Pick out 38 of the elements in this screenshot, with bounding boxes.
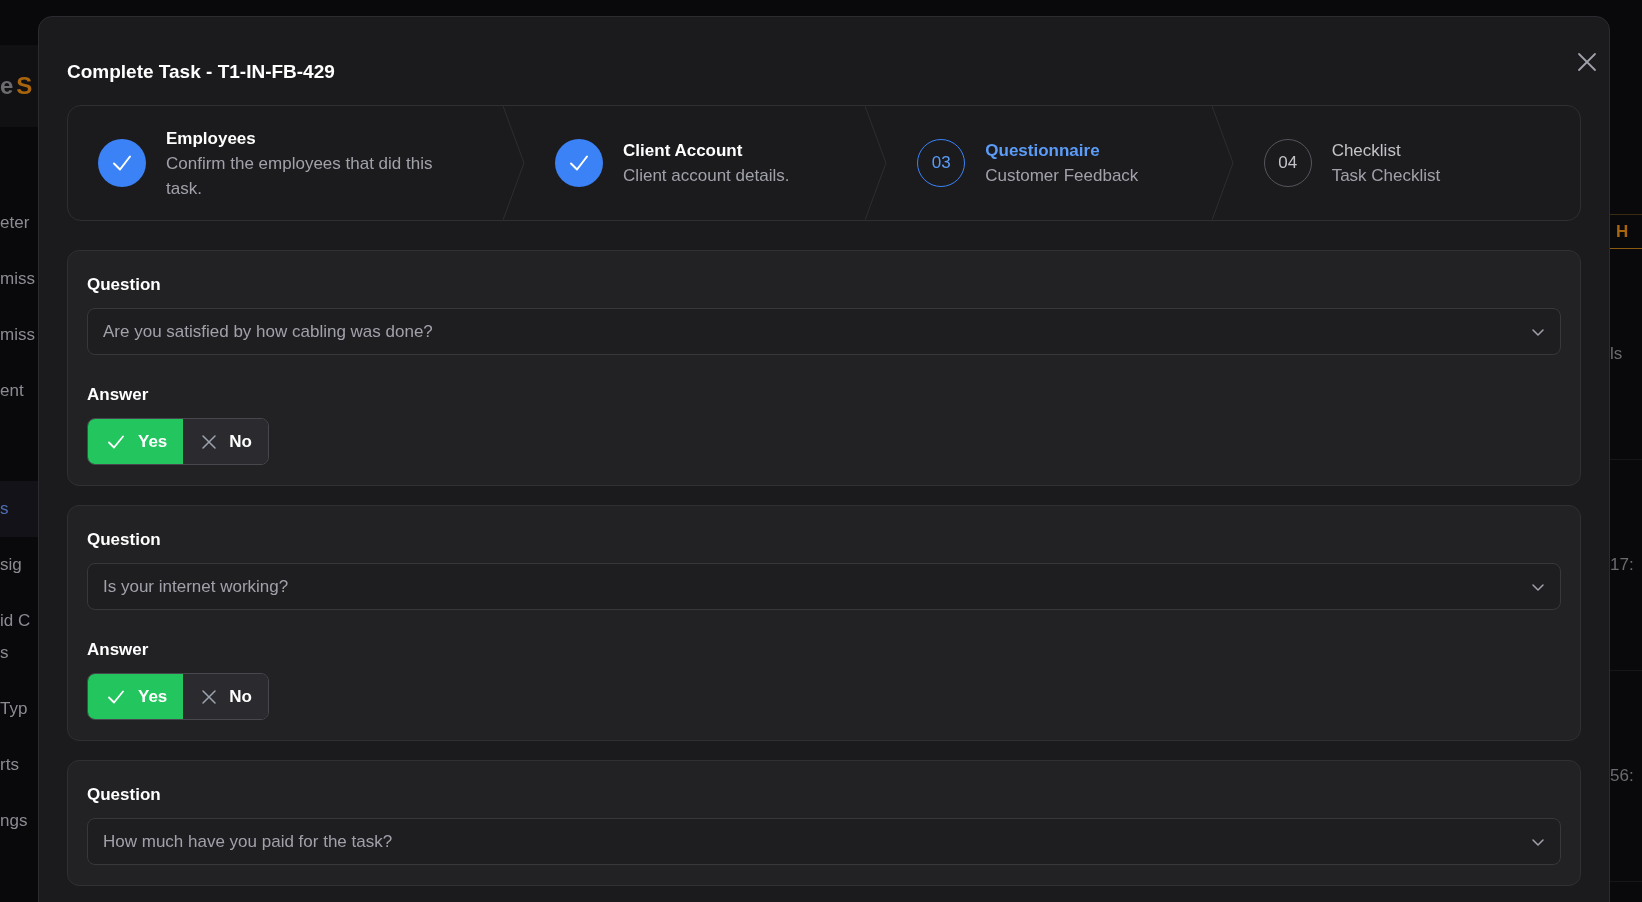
x-icon xyxy=(201,433,218,450)
step-title: Employees xyxy=(166,127,257,150)
nav-item[interactable]: ent xyxy=(0,375,38,407)
field-label: Question xyxy=(87,785,161,805)
step-subtitle: Client account details. xyxy=(623,165,790,187)
table-cell: 17: xyxy=(1610,555,1634,575)
step-subtitle: Customer Feedback xyxy=(985,165,1139,187)
nav-item[interactable]: sig xyxy=(0,549,38,581)
header-text: S xyxy=(16,72,33,100)
nav-item[interactable]: Typ xyxy=(0,693,38,725)
field-label: Answer xyxy=(87,385,149,405)
header-text: e xyxy=(0,72,14,100)
step-title: Questionnaire xyxy=(985,140,1101,162)
nav-item[interactable]: ngs xyxy=(0,805,38,837)
field-label: Answer xyxy=(87,640,149,660)
dialog-title: Complete Task - T1-IN-FB-429 xyxy=(67,61,335,83)
step-title: Client Account xyxy=(623,140,744,162)
no-button[interactable]: No xyxy=(183,419,268,464)
question-select[interactable]: Is your internet working? xyxy=(87,563,1561,610)
step-subtitle: Task Checklist xyxy=(1331,165,1441,187)
nav-item[interactable]: s xyxy=(0,637,38,669)
step-subtitle: Confirm the employees that did this task. xyxy=(166,152,434,200)
step-title: Checklist xyxy=(1331,140,1402,162)
nav-item[interactable]: rts xyxy=(0,749,38,781)
table-cell: 56: xyxy=(1610,766,1634,786)
question-select[interactable]: Are you satisfied by how cabling was done? xyxy=(87,308,1561,355)
nav-item[interactable]: miss xyxy=(0,319,38,351)
tab[interactable]: H xyxy=(1616,221,1629,242)
field-label: Question xyxy=(87,530,161,550)
nav-item[interactable]: miss xyxy=(0,263,38,295)
field-label: Question xyxy=(87,275,161,295)
no-button[interactable]: No xyxy=(183,674,268,719)
table-cell: ls xyxy=(1610,344,1623,364)
close-icon[interactable] xyxy=(1577,52,1597,72)
nav-item[interactable]: eter xyxy=(0,207,38,239)
question-select[interactable]: How much have you paid for the task? xyxy=(87,818,1561,865)
nav-item[interactable]: id C xyxy=(0,605,38,637)
x-icon xyxy=(201,688,218,705)
